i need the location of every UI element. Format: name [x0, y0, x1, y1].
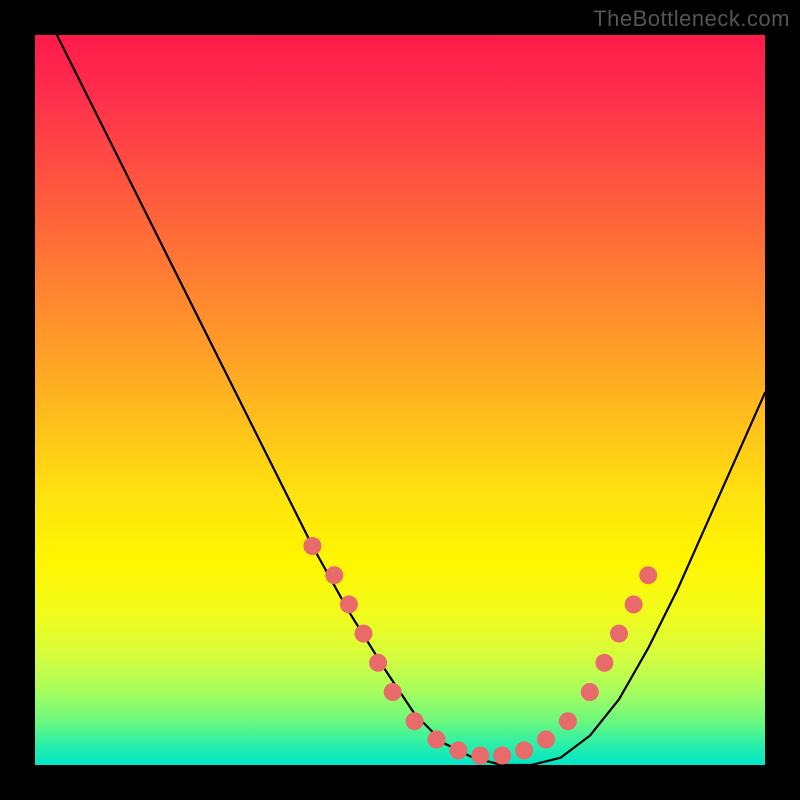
- data-marker: [369, 654, 387, 672]
- data-marker: [537, 731, 555, 749]
- data-marker: [493, 747, 511, 765]
- chart-stage: TheBottleneck.com: [0, 0, 800, 800]
- data-marker: [595, 654, 613, 672]
- data-marker: [406, 712, 424, 730]
- data-marker: [325, 566, 343, 584]
- chart-svg: [35, 35, 765, 765]
- data-marker: [384, 683, 402, 701]
- data-marker: [355, 625, 373, 643]
- bottleneck-curve: [57, 35, 765, 765]
- data-marker: [515, 741, 533, 759]
- data-marker: [428, 731, 446, 749]
- data-marker: [303, 537, 321, 555]
- data-marker: [340, 595, 358, 613]
- markers-group: [303, 537, 657, 765]
- data-marker: [581, 683, 599, 701]
- data-marker: [559, 712, 577, 730]
- watermark-text: TheBottleneck.com: [593, 6, 790, 32]
- data-marker: [625, 595, 643, 613]
- data-marker: [610, 625, 628, 643]
- data-marker: [639, 566, 657, 584]
- plot-area: [35, 35, 765, 765]
- data-marker: [449, 741, 467, 759]
- data-marker: [471, 747, 489, 765]
